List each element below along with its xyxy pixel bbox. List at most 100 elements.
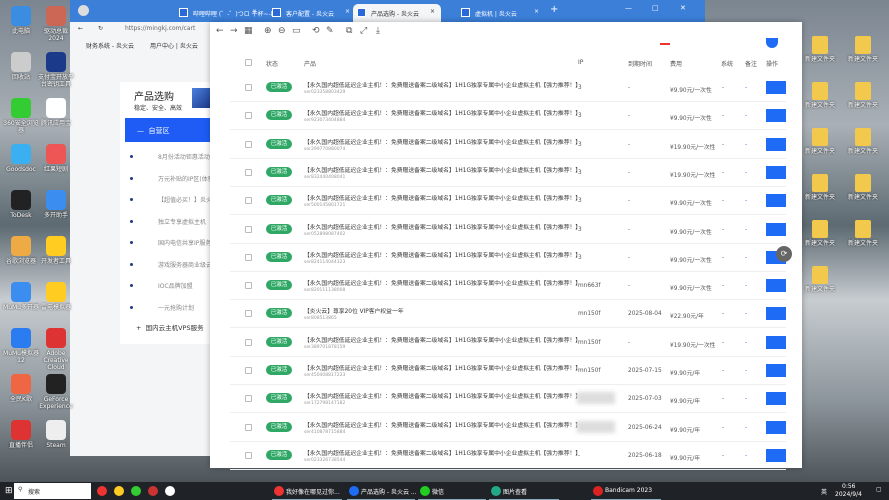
desktop-icon[interactable]: 雷电模拟器 [38,282,74,311]
fullscreen-icon[interactable]: ⤢ [360,26,367,36]
desktop-icon[interactable]: MuMu模拟器12 [3,328,39,364]
desktop-icon[interactable]: 此电脑 [3,6,39,35]
category-item[interactable]: 8月份活动钜惠活动 [120,146,210,166]
manage-button[interactable] [766,420,786,434]
row-checkbox[interactable] [245,395,252,403]
desktop-folder[interactable]: 新建文件夹 [802,128,838,155]
tab-2[interactable]: 产品选购 - 炎火云 × [353,4,441,22]
desktop-icon[interactable]: 支付宝开放平台密钥工具 [38,52,74,88]
tab-close-icon[interactable]: × [252,8,257,15]
desktop-icon[interactable]: 直播伴侣 [3,420,39,449]
desktop-icon[interactable]: Adobe Creative Cloud [38,328,74,371]
pinned-app-icon[interactable] [114,486,124,496]
desktop-folder[interactable]: 新建文件夹 [845,36,881,63]
row-checkbox[interactable] [245,112,252,120]
note-edit[interactable]: - [745,368,747,374]
product-name[interactable]: 【炎火云】尊享20位 VIP客户权益一年 [304,306,404,315]
fit-icon[interactable]: ▭ [292,26,301,36]
taskbar-app[interactable]: 微信 [418,482,486,500]
row-checkbox[interactable] [245,423,252,431]
taskbar-app[interactable]: Bandicam 2023 [591,482,661,500]
desktop-folder[interactable]: 新建文件夹 [802,82,838,109]
desktop-folder[interactable]: 新建文件夹 [802,266,838,293]
pinned-app-icon[interactable] [148,486,158,496]
desktop-icon[interactable]: Goodsdoc [3,144,39,173]
tab-close-icon[interactable]: × [345,8,350,15]
tab-close-icon[interactable]: × [430,8,435,15]
tab-3[interactable]: 虚拟机 | 炎火云 × [457,4,545,22]
desktop-icon[interactable]: 红果短剧 [38,144,74,173]
desktop-icon[interactable]: ToDesk [3,190,39,219]
product-name[interactable]: 【永久国内超低延迟企业主机！：免费赠送备案二级域名】1H1G独享专属中小企业虚拟… [304,80,581,89]
close-button[interactable]: ✕ [680,4,686,12]
desktop-icon[interactable]: 回收站 [3,52,39,81]
product-name[interactable]: 【永久国内超低延迟企业主机！：免费赠送备案二级域名】1H1G独享专属中小企业虚拟… [304,391,581,400]
manage-button[interactable] [766,307,786,321]
category-item[interactable]: 【超值必买！】炎火 [120,189,210,209]
note-edit[interactable]: - [745,396,747,402]
product-name[interactable]: 【永久国内超低延迟企业主机！：免费赠送备案二级域名】1H1G独享专属中小企业虚拟… [304,222,581,231]
product-name[interactable]: 【永久国内超低延迟企业主机！：免费赠送备案二级域名】1H1G独享专属中小企业虚拟… [304,278,581,287]
category-item[interactable]: IOC品牌加盟 [120,275,210,295]
note-edit[interactable]: - [745,198,747,204]
manage-button[interactable] [766,81,786,94]
desktop-folder[interactable]: 新建文件夹 [845,220,881,247]
desktop-folder[interactable]: 新建文件夹 [802,220,838,247]
minimize-button[interactable]: — [625,4,632,12]
manage-button[interactable] [766,279,786,293]
manage-button[interactable] [766,109,786,123]
note-edit[interactable]: - [745,425,747,431]
row-checkbox[interactable] [245,168,252,176]
category-item[interactable]: 独立专享虚拟主机 [120,211,210,231]
desktop-icon[interactable]: 驱动总裁2024 [38,6,74,42]
grid-icon[interactable]: ▦ [244,26,253,36]
product-name[interactable]: 【永久国内超低延迟企业主机！：免费赠送备案二级域名】1H1G独享专属中小企业虚拟… [304,363,581,372]
clock-date[interactable]: 2024/9/4 [835,491,862,498]
desktop-icon[interactable]: 腾讯应用宝 [38,98,74,127]
manage-button[interactable] [766,165,786,179]
back-icon[interactable]: ← [216,26,224,36]
notification-icon[interactable]: ▢ [876,486,882,493]
product-name[interactable]: 【永久国内超低延迟企业主机！：免费赠送备案二级域名】1H1G独享专属中小企业虚拟… [304,448,581,457]
clock-time[interactable]: 0:56 [842,483,855,490]
manage-button[interactable] [766,392,786,406]
pinned-app-icon[interactable] [165,486,175,496]
note-edit[interactable]: - [745,85,747,91]
row-checkbox[interactable] [245,84,252,91]
search-box[interactable]: ⚲ 搜索 [14,483,91,499]
row-checkbox[interactable] [245,140,252,148]
section-domestic-vps[interactable]: + 国内云主机VPS服务 [120,322,210,332]
category-item[interactable]: 国内电信共享IP服务器 [120,232,210,252]
profile-avatar[interactable] [78,5,89,16]
section-self-operated[interactable]: — 自营区 [125,118,210,142]
tab-1[interactable]: 客户配置 - 炎火云 × [268,4,356,22]
desktop-folder[interactable]: 新建文件夹 [845,174,881,201]
category-item[interactable]: 万元补贴的IP区(体验) [120,168,210,188]
manage-button[interactable] [766,335,786,349]
row-checkbox[interactable] [245,253,252,261]
note-edit[interactable]: - [745,170,747,176]
desktop-icon[interactable]: Steam [38,420,74,449]
note-edit[interactable]: - [745,311,747,317]
start-icon[interactable]: ⊞ [5,486,13,496]
row-checkbox[interactable] [245,197,252,205]
category-item[interactable]: 一元抢购计划 [120,297,210,317]
manage-button[interactable] [766,364,786,377]
product-name[interactable]: 【永久国内超低延迟企业主机！：免费赠送备案二级域名】1H1G独享专属中小企业虚拟… [304,335,581,344]
tab-close-icon[interactable]: × [534,8,539,15]
row-checkbox[interactable] [245,367,252,374]
note-edit[interactable]: - [745,113,747,119]
copy-icon[interactable]: ⧉ [346,26,352,36]
user-avatar[interactable] [766,38,778,48]
taskbar-app[interactable]: 图片查看 [489,482,559,500]
pinned-app-icon[interactable] [97,486,107,496]
note-edit[interactable]: - [745,227,747,233]
desktop-folder[interactable]: 新建文件夹 [845,82,881,109]
ime-indicator[interactable]: 英 [821,487,827,496]
note-edit[interactable]: - [745,453,747,459]
taskbar-app[interactable]: 我好像在哪见过你... [272,482,342,500]
back-icon[interactable]: ← [78,25,83,32]
product-name[interactable]: 【永久国内超低延迟企业主机！：免费赠送备案二级域名】1H1G独享专属中小企业虚拟… [304,165,581,174]
product-name[interactable]: 【永久国内超低延迟企业主机！：免费赠送备案二级域名】1H1G独享专属中小企业虚拟… [304,137,581,146]
desktop-icon[interactable]: 360安全浏览器 [3,98,39,134]
